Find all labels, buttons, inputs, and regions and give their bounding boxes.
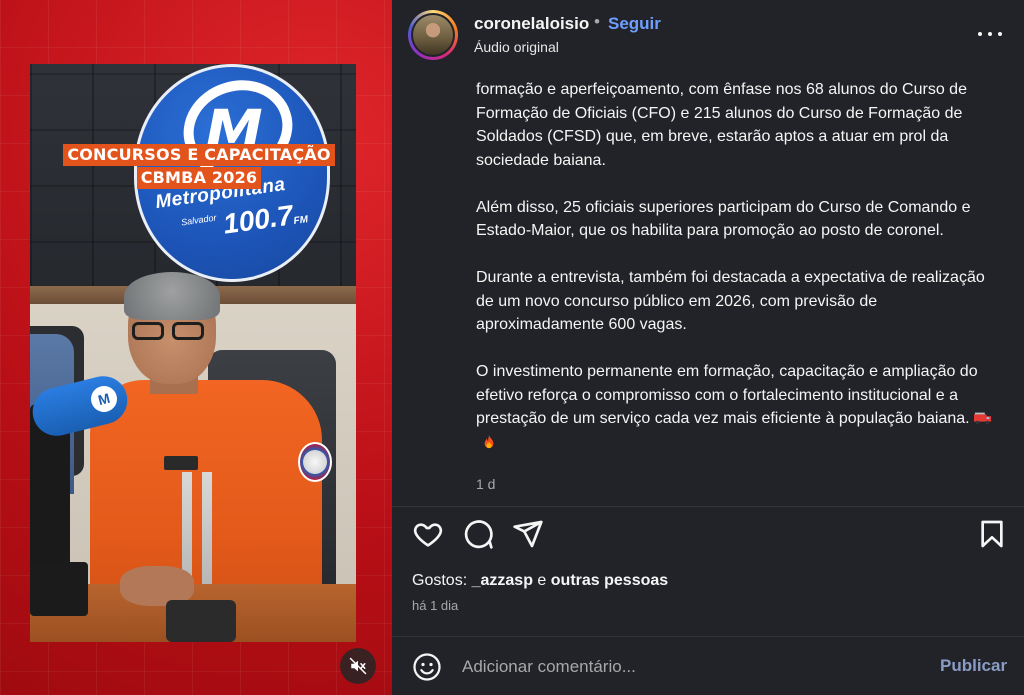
cbmba-patch xyxy=(298,442,332,482)
bookmark-icon[interactable] xyxy=(976,518,1008,550)
like-heart-icon[interactable] xyxy=(412,518,444,550)
fire-truck-emoji-icon xyxy=(973,412,991,425)
post-header: coronelaloisio • Seguir Áudio original xyxy=(392,0,1024,70)
desk-phone xyxy=(166,600,236,642)
reflective-stripe xyxy=(202,472,212,592)
desk-device xyxy=(30,562,88,616)
avatar[interactable] xyxy=(408,10,458,60)
follow-button[interactable]: Seguir xyxy=(608,14,661,34)
likes-connector: e xyxy=(537,572,547,589)
caption-paragraph-text: O investimento permanente em formação, c… xyxy=(476,363,978,427)
other-likers-link[interactable]: outras pessoas xyxy=(551,572,668,589)
speaker-muted-icon xyxy=(349,657,367,675)
caption-paragraph-last: O investimento permanente em formação, c… xyxy=(476,360,1006,454)
separator-dot: • xyxy=(594,12,600,31)
emoji-picker-icon[interactable] xyxy=(412,652,442,682)
station-frequency: 100.7FM xyxy=(221,197,309,240)
frequency-band: FM xyxy=(292,214,309,228)
avatar-image xyxy=(413,15,453,55)
more-options-button[interactable] xyxy=(976,26,1004,44)
action-bar xyxy=(392,512,1024,560)
username-link[interactable]: coronelaloisio xyxy=(474,14,589,34)
caption-paragraph: Além disso, 25 oficiais superiores parti… xyxy=(476,198,971,240)
divider xyxy=(392,506,1024,507)
caption-paragraph: Durante a entrevista, também foi destaca… xyxy=(476,269,985,333)
video-caption: CONCURSOS E CAPACITAÇÃO CBMBA 2026 xyxy=(48,144,350,190)
comment-bar: Publicar xyxy=(392,638,1024,695)
station-city: Salvador xyxy=(180,212,218,228)
name-tag xyxy=(164,456,198,470)
mute-button[interactable] xyxy=(340,648,376,684)
post-media[interactable]: M Metropolitana Salvador 100.7FM M CONCU… xyxy=(0,0,392,695)
likes-prefix: Gostos: xyxy=(412,572,468,589)
share-send-icon[interactable] xyxy=(512,518,544,550)
caption-line-1: CONCURSOS E CAPACITAÇÃO xyxy=(63,144,335,166)
post-panel: coronelaloisio • Seguir Áudio original f… xyxy=(392,0,1024,695)
divider xyxy=(392,636,1024,637)
person-hair xyxy=(124,272,220,320)
mic-logo: M xyxy=(88,383,120,415)
liker-username[interactable]: _azzasp xyxy=(472,572,533,589)
caption-paragraph: formação e aperfeiçoamento, com ênfase n… xyxy=(476,81,967,169)
likes-summary: Gostos: _azzasp e outras pessoas xyxy=(412,572,668,590)
caption-line-2: CBMBA 2026 xyxy=(136,167,262,189)
post-date: há 1 dia xyxy=(412,598,459,613)
comment-input[interactable] xyxy=(462,652,922,682)
relative-timestamp[interactable]: 1 d xyxy=(476,476,495,492)
post-caption: formação e aperfeiçoamento, com ênfase n… xyxy=(476,78,1006,454)
video-frame[interactable]: M Metropolitana Salvador 100.7FM M CONCU… xyxy=(30,64,356,642)
frequency-value: 100.7 xyxy=(221,199,295,240)
comment-bubble-icon[interactable] xyxy=(462,518,494,550)
fire-emoji-icon xyxy=(484,434,494,448)
audio-link[interactable]: Áudio original xyxy=(474,39,559,55)
glasses xyxy=(130,322,208,342)
publish-button[interactable]: Publicar xyxy=(940,656,1007,676)
